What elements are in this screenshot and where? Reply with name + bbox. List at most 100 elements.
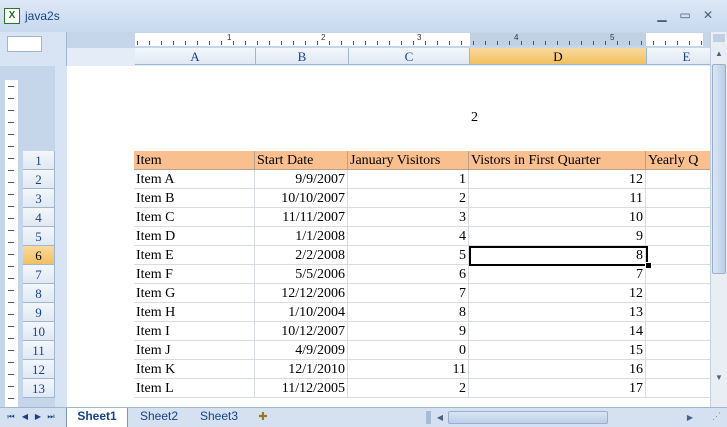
prev-sheet-icon[interactable]: ◀ [20, 411, 30, 423]
table-cell[interactable] [646, 227, 710, 246]
first-sheet-icon[interactable]: ⏮ [6, 411, 16, 423]
tab-sheet1[interactable]: Sheet1 [66, 408, 128, 427]
table-cell[interactable] [646, 265, 710, 284]
header-cell[interactable]: Vistors in First Quarter [469, 151, 646, 170]
close-button[interactable]: ✕ [699, 8, 717, 22]
column-header-c[interactable]: C [349, 48, 470, 65]
table-cell[interactable]: Item J [134, 341, 255, 360]
row-header-3[interactable]: 3 [23, 189, 55, 208]
table-cell[interactable]: 10 [469, 208, 646, 227]
row-header-13[interactable]: 13 [23, 379, 55, 398]
scroll-right-arrow-icon[interactable]: ▶ [684, 410, 696, 425]
table-cell[interactable]: 12/1/2010 [255, 360, 348, 379]
table-cell[interactable]: Item A [134, 170, 255, 189]
table-cell[interactable] [646, 303, 710, 322]
scroll-down-arrow-icon[interactable]: ▼ [712, 370, 726, 386]
tab-split-handle[interactable] [426, 411, 431, 424]
table-cell[interactable]: Item B [134, 189, 255, 208]
table-cell[interactable]: 11 [469, 189, 646, 208]
resize-grip-icon[interactable]: ⋰ [712, 411, 724, 424]
table-cell[interactable]: 2 [348, 379, 469, 398]
table-cell[interactable]: Item H [134, 303, 255, 322]
scroll-left-arrow-icon[interactable]: ◀ [434, 410, 446, 425]
table-cell[interactable]: 1/1/2008 [255, 227, 348, 246]
table-cell[interactable]: 11/11/2007 [255, 208, 348, 227]
table-cell[interactable]: 4/9/2009 [255, 341, 348, 360]
row-header-2[interactable]: 2 [23, 170, 55, 189]
table-cell[interactable]: Item I [134, 322, 255, 341]
column-header-a[interactable]: A [135, 48, 256, 65]
vertical-scrollbar[interactable]: ▲ ▼ [710, 32, 727, 407]
table-cell[interactable]: 10/10/2007 [255, 189, 348, 208]
insert-sheet-icon[interactable]: ✚ [255, 411, 271, 424]
column-header-b[interactable]: B [256, 48, 349, 65]
table-cell[interactable]: 2/2/2008 [255, 246, 348, 265]
table-cell[interactable]: 11/12/2005 [255, 379, 348, 398]
row-header-5[interactable]: 5 [23, 227, 55, 246]
table-cell[interactable]: 12 [469, 170, 646, 189]
table-cell[interactable]: 8 [469, 246, 646, 265]
tab-sheet2[interactable]: Sheet2 [130, 408, 188, 427]
table-cell[interactable]: 15 [469, 341, 646, 360]
vertical-scroll-thumb[interactable] [712, 64, 726, 274]
table-cell[interactable]: 9 [469, 227, 646, 246]
table-cell[interactable]: Item L [134, 379, 255, 398]
table-cell[interactable]: 14 [469, 322, 646, 341]
row-header-6[interactable]: 6 [23, 246, 55, 265]
table-cell[interactable] [646, 246, 710, 265]
table-cell[interactable]: 6 [348, 265, 469, 284]
select-all-corner[interactable] [0, 32, 67, 66]
horizontal-scrollbar[interactable]: ◀ ▶ [426, 410, 709, 425]
tab-sheet3[interactable]: Sheet3 [190, 408, 248, 427]
table-cell[interactable]: 5 [348, 246, 469, 265]
table-cell[interactable]: Item F [134, 265, 255, 284]
table-cell[interactable]: 10/12/2007 [255, 322, 348, 341]
row-header-9[interactable]: 9 [23, 303, 55, 322]
table-cell[interactable]: 13 [469, 303, 646, 322]
table-cell[interactable] [646, 341, 710, 360]
table-cell[interactable]: 4 [348, 227, 469, 246]
excel-icon[interactable]: X [4, 8, 20, 24]
row-header-10[interactable]: 10 [23, 322, 55, 341]
table-cell[interactable]: 0 [348, 341, 469, 360]
table-cell[interactable]: 9/9/2007 [255, 170, 348, 189]
maximize-button[interactable]: ▭ [676, 8, 694, 22]
row-header-8[interactable]: 8 [23, 284, 55, 303]
row-header-1[interactable]: 1 [23, 151, 55, 170]
table-cell[interactable]: 7 [348, 284, 469, 303]
fill-handle[interactable] [645, 262, 652, 269]
row-header-11[interactable]: 11 [23, 341, 55, 360]
header-cell[interactable]: Start Date [255, 151, 348, 170]
table-cell[interactable]: 16 [469, 360, 646, 379]
table-cell[interactable]: Item E [134, 246, 255, 265]
table-cell[interactable]: 7 [469, 265, 646, 284]
table-cell[interactable]: 12 [469, 284, 646, 303]
table-cell[interactable] [646, 284, 710, 303]
table-cell[interactable]: 8 [348, 303, 469, 322]
table-cell[interactable]: 11 [348, 360, 469, 379]
scroll-up-arrow-icon[interactable]: ▲ [712, 46, 726, 62]
table-cell[interactable]: Item D [134, 227, 255, 246]
table-cell[interactable]: 1/10/2004 [255, 303, 348, 322]
horizontal-scroll-thumb[interactable] [448, 411, 608, 424]
split-box[interactable] [713, 34, 725, 42]
table-cell[interactable]: Item K [134, 360, 255, 379]
row-header-4[interactable]: 4 [23, 208, 55, 227]
table-cell[interactable]: 9 [348, 322, 469, 341]
table-cell[interactable]: 17 [469, 379, 646, 398]
table-cell[interactable]: 5/5/2006 [255, 265, 348, 284]
table-cell[interactable] [646, 322, 710, 341]
minimize-button[interactable]: ▁ [653, 8, 671, 22]
table-cell[interactable]: 2 [348, 189, 469, 208]
table-cell[interactable]: Item G [134, 284, 255, 303]
table-cell[interactable]: 12/12/2006 [255, 284, 348, 303]
column-header-d[interactable]: D [470, 48, 647, 65]
table-cell[interactable] [646, 208, 710, 227]
table-cell[interactable] [646, 189, 710, 208]
table-cell[interactable]: 1 [348, 170, 469, 189]
header-cell[interactable]: January Visitors [348, 151, 469, 170]
table-cell[interactable] [646, 379, 710, 398]
next-sheet-icon[interactable]: ▶ [33, 411, 43, 423]
header-cell[interactable]: Item [134, 151, 255, 170]
table-cell[interactable] [646, 170, 710, 189]
